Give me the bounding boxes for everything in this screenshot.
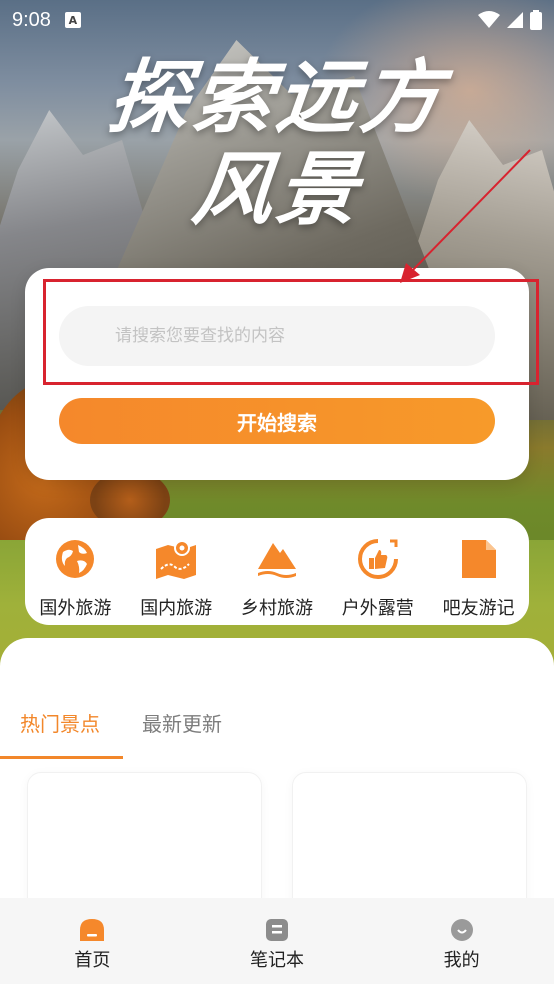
- notebook-icon: [266, 919, 288, 941]
- nav-label: 首页: [74, 950, 111, 971]
- nav-item-profile[interactable]: 我的: [369, 898, 554, 984]
- tab-popular-spots[interactable]: 热门景点: [20, 708, 100, 737]
- tab-active-indicator: [0, 756, 123, 759]
- category-label: 国内旅游: [140, 598, 213, 619]
- category-outdoor-camping[interactable]: 户外露营: [330, 538, 426, 620]
- wifi-icon: [478, 11, 500, 28]
- map-icon: [155, 538, 197, 580]
- status-bar: 9:08 A: [0, 0, 554, 40]
- battery-icon: [530, 10, 542, 30]
- thumbs-up-icon: [357, 538, 399, 580]
- signal-icon: [507, 12, 523, 28]
- profile-icon: [450, 919, 473, 941]
- category-card: 国外旅游 国内旅游 乡村旅游 户外露营 吧友游记: [25, 518, 529, 625]
- home-icon: [80, 919, 105, 941]
- tab-latest-updates[interactable]: 最新更新: [142, 708, 222, 737]
- bottom-navigation: 首页 笔记本 我的: [0, 898, 554, 984]
- category-label: 户外露营: [341, 598, 414, 619]
- status-icons: [478, 10, 542, 30]
- nav-label: 我的: [443, 950, 480, 971]
- hero-title-line2: 风景: [188, 143, 366, 236]
- mountain-icon: [256, 538, 298, 580]
- start-search-button[interactable]: 开始搜索: [59, 398, 495, 444]
- nav-item-notebook[interactable]: 笔记本: [185, 898, 370, 984]
- search-card: 开始搜索: [25, 268, 529, 480]
- nav-label: 笔记本: [250, 950, 304, 971]
- category-member-travelogue[interactable]: 吧友游记: [431, 538, 527, 620]
- content-tabs: 热门景点 最新更新: [0, 704, 554, 759]
- category-label: 乡村旅游: [240, 598, 313, 619]
- hero-title-line1: 探索远方: [104, 51, 450, 144]
- category-rural-travel[interactable]: 乡村旅游: [229, 538, 325, 620]
- category-label: 吧友游记: [442, 598, 515, 619]
- hero-title: 探索远方 风景: [0, 51, 554, 236]
- status-time: 9:08: [12, 8, 51, 31]
- search-input[interactable]: [59, 306, 495, 366]
- category-domestic-travel[interactable]: 国内旅游: [128, 538, 224, 620]
- document-icon: [458, 538, 500, 580]
- category-foreign-travel[interactable]: 国外旅游: [27, 538, 123, 620]
- nav-item-home[interactable]: 首页: [0, 898, 185, 984]
- category-label: 国外旅游: [39, 598, 112, 619]
- globe-icon: [54, 538, 96, 580]
- notification-a-icon: A: [64, 12, 81, 28]
